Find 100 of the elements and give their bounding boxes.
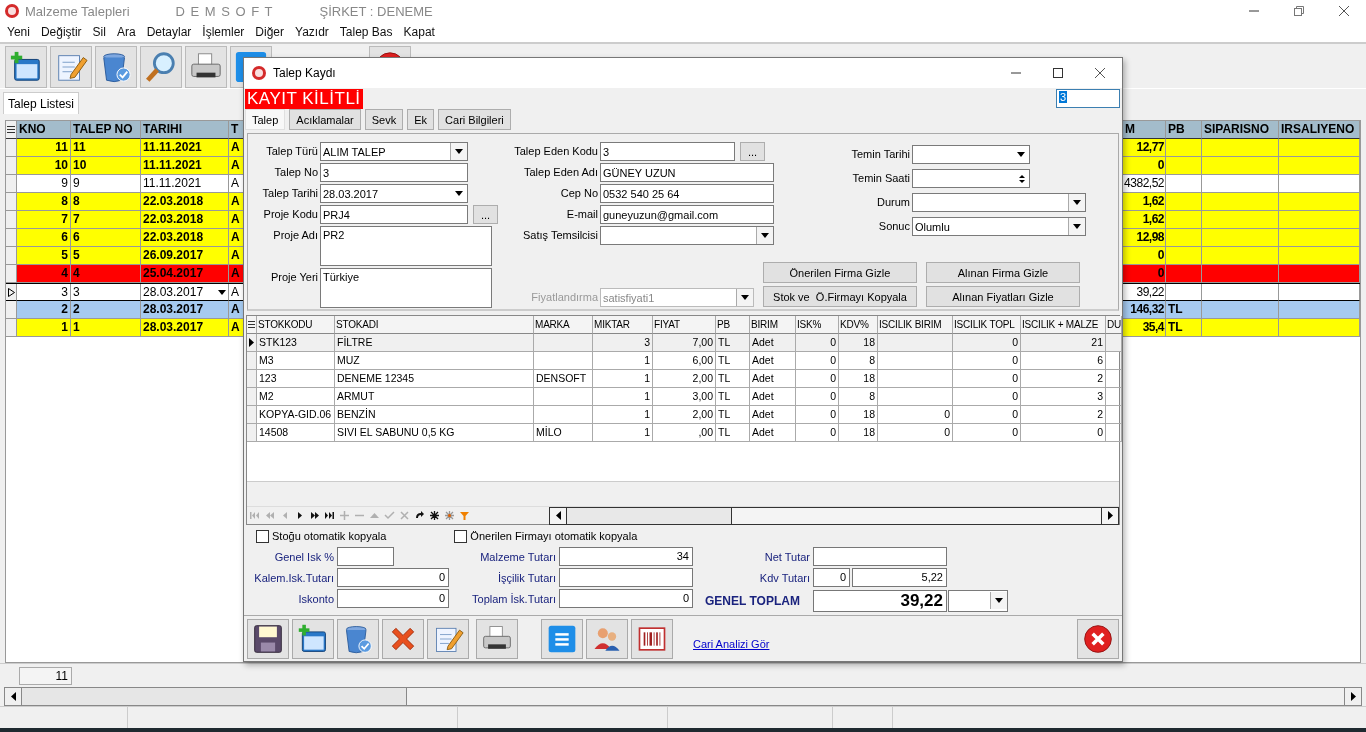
menu-item[interactable]: Kapat bbox=[400, 25, 443, 39]
table-cell: 0 bbox=[796, 334, 839, 352]
tab[interactable]: Cari Bilgileri bbox=[438, 109, 511, 130]
edit-icon bbox=[369, 510, 380, 521]
tab[interactable]: Talep bbox=[245, 109, 286, 130]
dropdown[interactable] bbox=[948, 589, 1008, 612]
table-cell: 2,00 bbox=[653, 406, 716, 424]
text-field[interactable]: 3 bbox=[600, 142, 735, 161]
print-button[interactable] bbox=[476, 618, 518, 659]
cancel-button[interactable] bbox=[382, 618, 424, 659]
dropdown[interactable]: ALIM TALEP bbox=[320, 142, 468, 161]
column-header[interactable]: STOKADI bbox=[335, 316, 534, 334]
table-row[interactable]: M3 MUZ 1 6,00 TL Adet 0 8 0 6 bbox=[247, 352, 1119, 370]
delete-button[interactable] bbox=[95, 46, 137, 88]
record-field[interactable]: 3 bbox=[1056, 89, 1120, 108]
contacts-button[interactable] bbox=[586, 618, 628, 659]
action-button[interactable]: Stok ve Ö.Firmayı Kopyala bbox=[763, 286, 917, 307]
menu-item[interactable]: Detaylar bbox=[143, 25, 200, 39]
checkbox[interactable] bbox=[454, 529, 468, 543]
tab[interactable]: Sevk bbox=[364, 109, 404, 130]
menu-item[interactable]: Talep Bas bbox=[336, 25, 401, 39]
memo-field[interactable]: PR2 bbox=[320, 226, 492, 266]
text-field[interactable]: 0532 540 25 64 bbox=[600, 184, 774, 203]
edit-button[interactable] bbox=[427, 618, 469, 659]
table-row[interactable]: 123 DENEME 12345 DENSOFT 1 2,00 TL Adet 0 18 0 2 bbox=[247, 370, 1119, 388]
table-row[interactable]: STK123 FİLTRE 3 7,00 TL Adet 0 18 0 21 bbox=[247, 334, 1119, 352]
field-label: Net Tutar bbox=[763, 550, 810, 563]
table-cell: 6,00 bbox=[653, 352, 716, 370]
horizontal-scrollbar[interactable] bbox=[4, 687, 1362, 706]
column-header[interactable]: KDV% bbox=[839, 316, 878, 334]
column-header[interactable]: DU bbox=[1106, 316, 1122, 334]
column-header[interactable]: ISCILIK + MALZE bbox=[1021, 316, 1106, 334]
list-button[interactable] bbox=[541, 618, 583, 659]
date-field[interactable]: 28.03.2017 bbox=[320, 184, 468, 203]
lookup-button[interactable]: ... bbox=[473, 205, 498, 224]
amount-field[interactable]: 0 bbox=[337, 589, 449, 608]
text-field[interactable]: PRJ4 bbox=[320, 205, 468, 224]
table-row[interactable]: 14508 SIVI EL SABUNU 0,5 KG MİLO 1 ,00 TL Adet 0 18 0 0 0 bbox=[247, 424, 1119, 442]
table-cell: 0 bbox=[796, 352, 839, 370]
table-row[interactable]: M2 ARMUT 1 3,00 TL Adet 0 8 0 3 bbox=[247, 388, 1119, 406]
search-button[interactable] bbox=[140, 46, 182, 88]
column-header[interactable]: STOKKODU bbox=[257, 316, 335, 334]
column-header[interactable]: MARKA bbox=[534, 316, 593, 334]
new-button[interactable] bbox=[292, 618, 334, 659]
tab[interactable]: Acıklamalar bbox=[289, 109, 361, 130]
column-header[interactable]: PB bbox=[716, 316, 750, 334]
amount-field[interactable] bbox=[337, 547, 394, 566]
table-row[interactable]: KOPYA-GID.06 BENZİN 1 2,00 TL Adet 0 18 0 0 2 bbox=[247, 406, 1119, 424]
table-cell: MİLO bbox=[534, 424, 593, 442]
menu-item[interactable]: Yeni bbox=[4, 25, 38, 39]
menu-item[interactable]: İşlemler bbox=[199, 25, 253, 39]
text-field[interactable]: guneyuzun@gmail.com bbox=[600, 205, 774, 224]
amount-field[interactable] bbox=[813, 547, 947, 566]
amount-field[interactable]: 34 bbox=[559, 547, 693, 566]
dropdown[interactable]: Olumlu bbox=[912, 217, 1086, 236]
field-label: Talep No bbox=[273, 165, 318, 178]
amount-field[interactable] bbox=[559, 568, 693, 587]
amount-field[interactable]: 5,22 bbox=[852, 568, 947, 587]
text-field[interactable]: GÜNEY UZUN bbox=[600, 163, 774, 182]
column-header[interactable]: MIKTAR bbox=[593, 316, 653, 334]
print-button[interactable] bbox=[185, 46, 227, 88]
delete-button[interactable] bbox=[337, 618, 379, 659]
table-cell: 0 bbox=[953, 424, 1021, 442]
table-cell: TL bbox=[716, 406, 750, 424]
action-button[interactable]: Alınan Fiyatları Gizle bbox=[926, 286, 1080, 307]
field-label: Talep Eden Adı bbox=[523, 165, 598, 178]
row-indicator[interactable] bbox=[6, 284, 17, 301]
text-field[interactable]: 3 bbox=[320, 163, 468, 182]
column-header[interactable]: FIYAT bbox=[653, 316, 716, 334]
column-header[interactable]: ISCILIK BIRIM bbox=[878, 316, 953, 334]
column-header[interactable]: ISCILIK TOPL bbox=[953, 316, 1021, 334]
table-cell: 8 bbox=[839, 352, 878, 370]
rate-field[interactable]: 0 bbox=[813, 568, 850, 587]
edit-button[interactable] bbox=[50, 46, 92, 88]
checkbox[interactable] bbox=[256, 529, 269, 543]
menu-item[interactable]: Diğer bbox=[252, 25, 293, 39]
menu-item[interactable]: Yazıdr bbox=[292, 25, 337, 39]
save-button[interactable] bbox=[247, 618, 289, 659]
date-field[interactable] bbox=[912, 145, 1030, 164]
horizontal-scrollbar[interactable] bbox=[549, 506, 1119, 525]
tab[interactable]: Ek bbox=[407, 109, 435, 130]
menu-item[interactable]: Değiştir bbox=[37, 25, 90, 39]
column-header[interactable]: BIRIM bbox=[750, 316, 796, 334]
new-button[interactable] bbox=[5, 46, 47, 88]
lookup-button[interactable]: ... bbox=[740, 142, 765, 161]
action-button[interactable]: Önerilen Firma Gizle bbox=[763, 262, 917, 283]
action-button[interactable]: Alınan Firma Gizle bbox=[926, 262, 1080, 283]
menu-item[interactable]: Sil bbox=[89, 25, 114, 39]
close-button[interactable] bbox=[1077, 618, 1119, 659]
amount-field[interactable]: 0 bbox=[559, 589, 693, 608]
column-header[interactable]: ISK% bbox=[796, 316, 839, 334]
barcode-button[interactable] bbox=[631, 618, 673, 659]
dropdown[interactable] bbox=[912, 193, 1086, 212]
menu-item[interactable]: Ara bbox=[113, 25, 144, 39]
tab[interactable]: Talep Listesi bbox=[3, 92, 80, 114]
memo-field[interactable]: Türkiye bbox=[320, 268, 492, 308]
dropdown[interactable] bbox=[600, 226, 774, 245]
link[interactable]: Cari Analizi Gör bbox=[693, 637, 770, 650]
time-field[interactable] bbox=[912, 169, 1030, 188]
amount-field[interactable]: 0 bbox=[337, 568, 449, 587]
